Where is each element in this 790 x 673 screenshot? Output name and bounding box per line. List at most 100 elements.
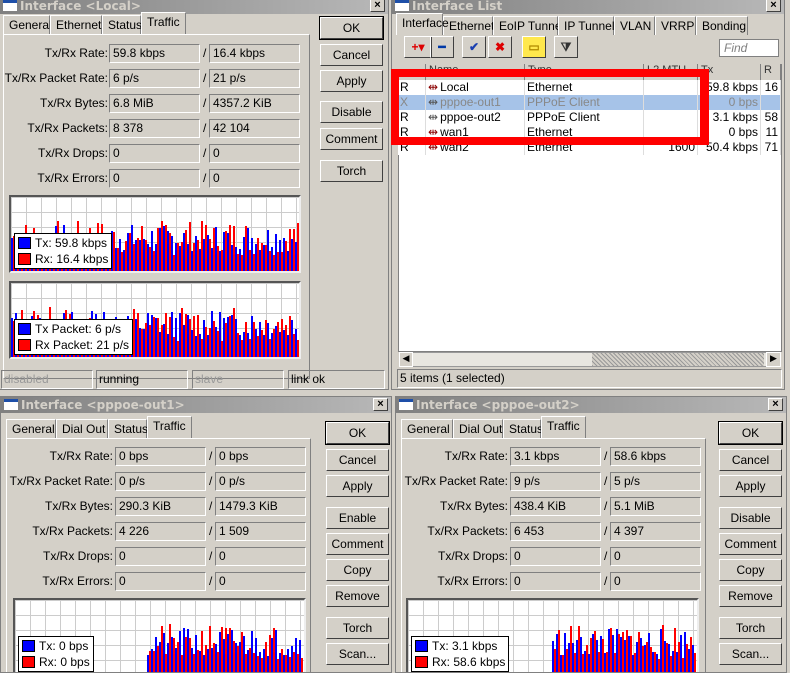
scan-button[interactable]: Scan...	[326, 643, 389, 665]
cancel-button[interactable]: Cancel	[320, 44, 383, 66]
cancel-button[interactable]: Cancel	[719, 449, 782, 471]
tx-cell: 3.1 kbps	[700, 110, 761, 125]
field-label: Tx/Rx Bytes:	[39, 96, 108, 110]
enable-icon: ✔	[468, 40, 480, 54]
ok-button[interactable]: OK	[325, 421, 390, 445]
tab-general[interactable]: General	[3, 15, 52, 34]
torch-button[interactable]: Torch	[326, 617, 389, 639]
tx-swatch	[22, 640, 35, 652]
rx-legend-item: Rx: 0 bps	[22, 654, 90, 670]
comment-button[interactable]: Comment	[719, 533, 782, 555]
window-title: Interface List	[412, 0, 503, 13]
comment-button[interactable]: ▭	[522, 36, 546, 58]
disable-button[interactable]: ✖	[488, 36, 512, 58]
disable-button[interactable]: Disable	[719, 507, 782, 529]
rx-value-field: 5.1 MiB	[610, 497, 701, 516]
rx-swatch	[415, 656, 428, 668]
tab-ethernet[interactable]: Ethernet	[50, 15, 102, 34]
disable-button[interactable]: Disable	[320, 101, 383, 123]
title-bar[interactable]: Interface <pppoe-out1> ×	[1, 397, 391, 413]
rx-cell: 71	[763, 140, 781, 155]
tab-traffic[interactable]: Traffic	[147, 416, 192, 438]
tab-bonding[interactable]: Bonding	[696, 16, 748, 35]
tx: 59.8 kbps	[705, 80, 758, 94]
close-button[interactable]: ×	[768, 398, 783, 411]
remove-icon: ━	[438, 40, 446, 54]
scroll-right-button[interactable]: ▶	[766, 352, 781, 367]
rx-value-field: 4 397	[610, 522, 701, 541]
rx: 71	[764, 140, 778, 154]
column-header[interactable]: R	[761, 64, 781, 80]
rx-swatch	[18, 339, 31, 351]
tab-status[interactable]: Status	[108, 419, 148, 438]
tx: 3.1 kbps	[712, 110, 758, 124]
rx-value-field: 16.4 kbps	[209, 44, 300, 63]
field-label: Tx/Rx Drops:	[437, 549, 508, 563]
comment-icon: ▭	[528, 40, 540, 54]
torch-button[interactable]: Torch	[719, 617, 782, 639]
comment-button[interactable]: Comment	[326, 533, 389, 555]
field-label: Tx/Rx Errors:	[437, 574, 508, 588]
enable-button[interactable]: Enable	[326, 507, 389, 529]
title-bar[interactable]: Interface List ×	[392, 0, 784, 14]
close-button[interactable]: ×	[373, 398, 388, 411]
close-button[interactable]: ×	[766, 0, 781, 12]
rx: 58	[764, 110, 778, 124]
tab-eoip-tunnel[interactable]: EoIP Tunnel	[493, 16, 564, 35]
copy-button[interactable]: Copy	[719, 559, 782, 581]
comment-button[interactable]: Comment	[320, 128, 383, 150]
title-bar[interactable]: Interface <pppoe-out2> ×	[396, 397, 786, 413]
tab-dial-out[interactable]: Dial Out	[56, 419, 108, 438]
cancel-button[interactable]: Cancel	[326, 449, 389, 471]
enable-button[interactable]: ✔	[462, 36, 486, 58]
find-input[interactable]: Find	[719, 39, 779, 57]
tab-general[interactable]: General	[6, 419, 56, 438]
rx-legend-label: Rx: 16.4 kbps	[35, 252, 109, 266]
filter-button[interactable]: ⧩	[554, 36, 578, 58]
title-bar[interactable]: Interface <Local> ×	[0, 0, 388, 14]
apply-button[interactable]: Apply	[719, 475, 782, 497]
rx-swatch	[18, 253, 31, 265]
tab-vlan[interactable]: VLAN	[614, 16, 655, 35]
tab-status[interactable]: Status	[102, 15, 142, 34]
tab-vrrp[interactable]: VRRP	[655, 16, 696, 35]
scroll-left-button[interactable]: ◀	[399, 352, 413, 367]
scan-button[interactable]: Scan...	[719, 643, 782, 665]
remove-button[interactable]: Remove	[719, 585, 782, 607]
tab-status[interactable]: Status	[503, 419, 543, 438]
tab-traffic[interactable]: Traffic	[141, 12, 186, 34]
rx-cell	[763, 95, 781, 110]
slash-separator: /	[604, 474, 608, 488]
copy-button[interactable]: Copy	[326, 559, 389, 581]
tab-ethernet[interactable]: Ethernet	[443, 16, 494, 35]
tab-ip-tunnel[interactable]: IP Tunnel	[558, 16, 614, 35]
tab-general[interactable]: General	[401, 419, 453, 438]
tx-legend-label: Tx: 59.8 kbps	[35, 236, 108, 250]
ok-button[interactable]: OK	[718, 421, 783, 445]
window-title: Interface <pppoe-out1>	[21, 398, 185, 412]
rx-value-field: 0	[209, 144, 300, 163]
ok-button[interactable]: OK	[319, 16, 384, 40]
rx-legend-item: Rx: 58.6 kbps	[415, 654, 505, 670]
torch-button[interactable]: Torch	[320, 160, 383, 182]
close-button[interactable]: ×	[370, 0, 385, 12]
rate-graph: Tx: 59.8 kbps Rx: 16.4 kbps	[9, 195, 301, 273]
scrollbar-thumb[interactable]	[592, 353, 764, 366]
tab-traffic[interactable]: Traffic	[541, 416, 586, 438]
apply-button[interactable]: Apply	[326, 475, 389, 497]
apply-button[interactable]: Apply	[320, 70, 383, 92]
remove-button[interactable]: ━	[430, 36, 454, 58]
add-button[interactable]: +▾	[404, 36, 432, 58]
rx-value-field: 0	[215, 572, 306, 591]
tx-value-field: 0	[109, 169, 200, 188]
tx-value-field: 0	[510, 547, 601, 566]
tab-interface[interactable]: Interface	[396, 13, 449, 35]
rx-value-field: 21 p/s	[209, 69, 300, 88]
slash-separator: /	[203, 71, 207, 85]
remove-button[interactable]: Remove	[326, 585, 389, 607]
field-label: Tx/Rx Packet Rate:	[9, 474, 113, 488]
add-icon: +▾	[411, 40, 425, 54]
tab-dial-out[interactable]: Dial Out	[453, 419, 503, 438]
field-label: Tx/Rx Packets:	[27, 121, 108, 135]
rx-value-field: 42 104	[209, 119, 300, 138]
